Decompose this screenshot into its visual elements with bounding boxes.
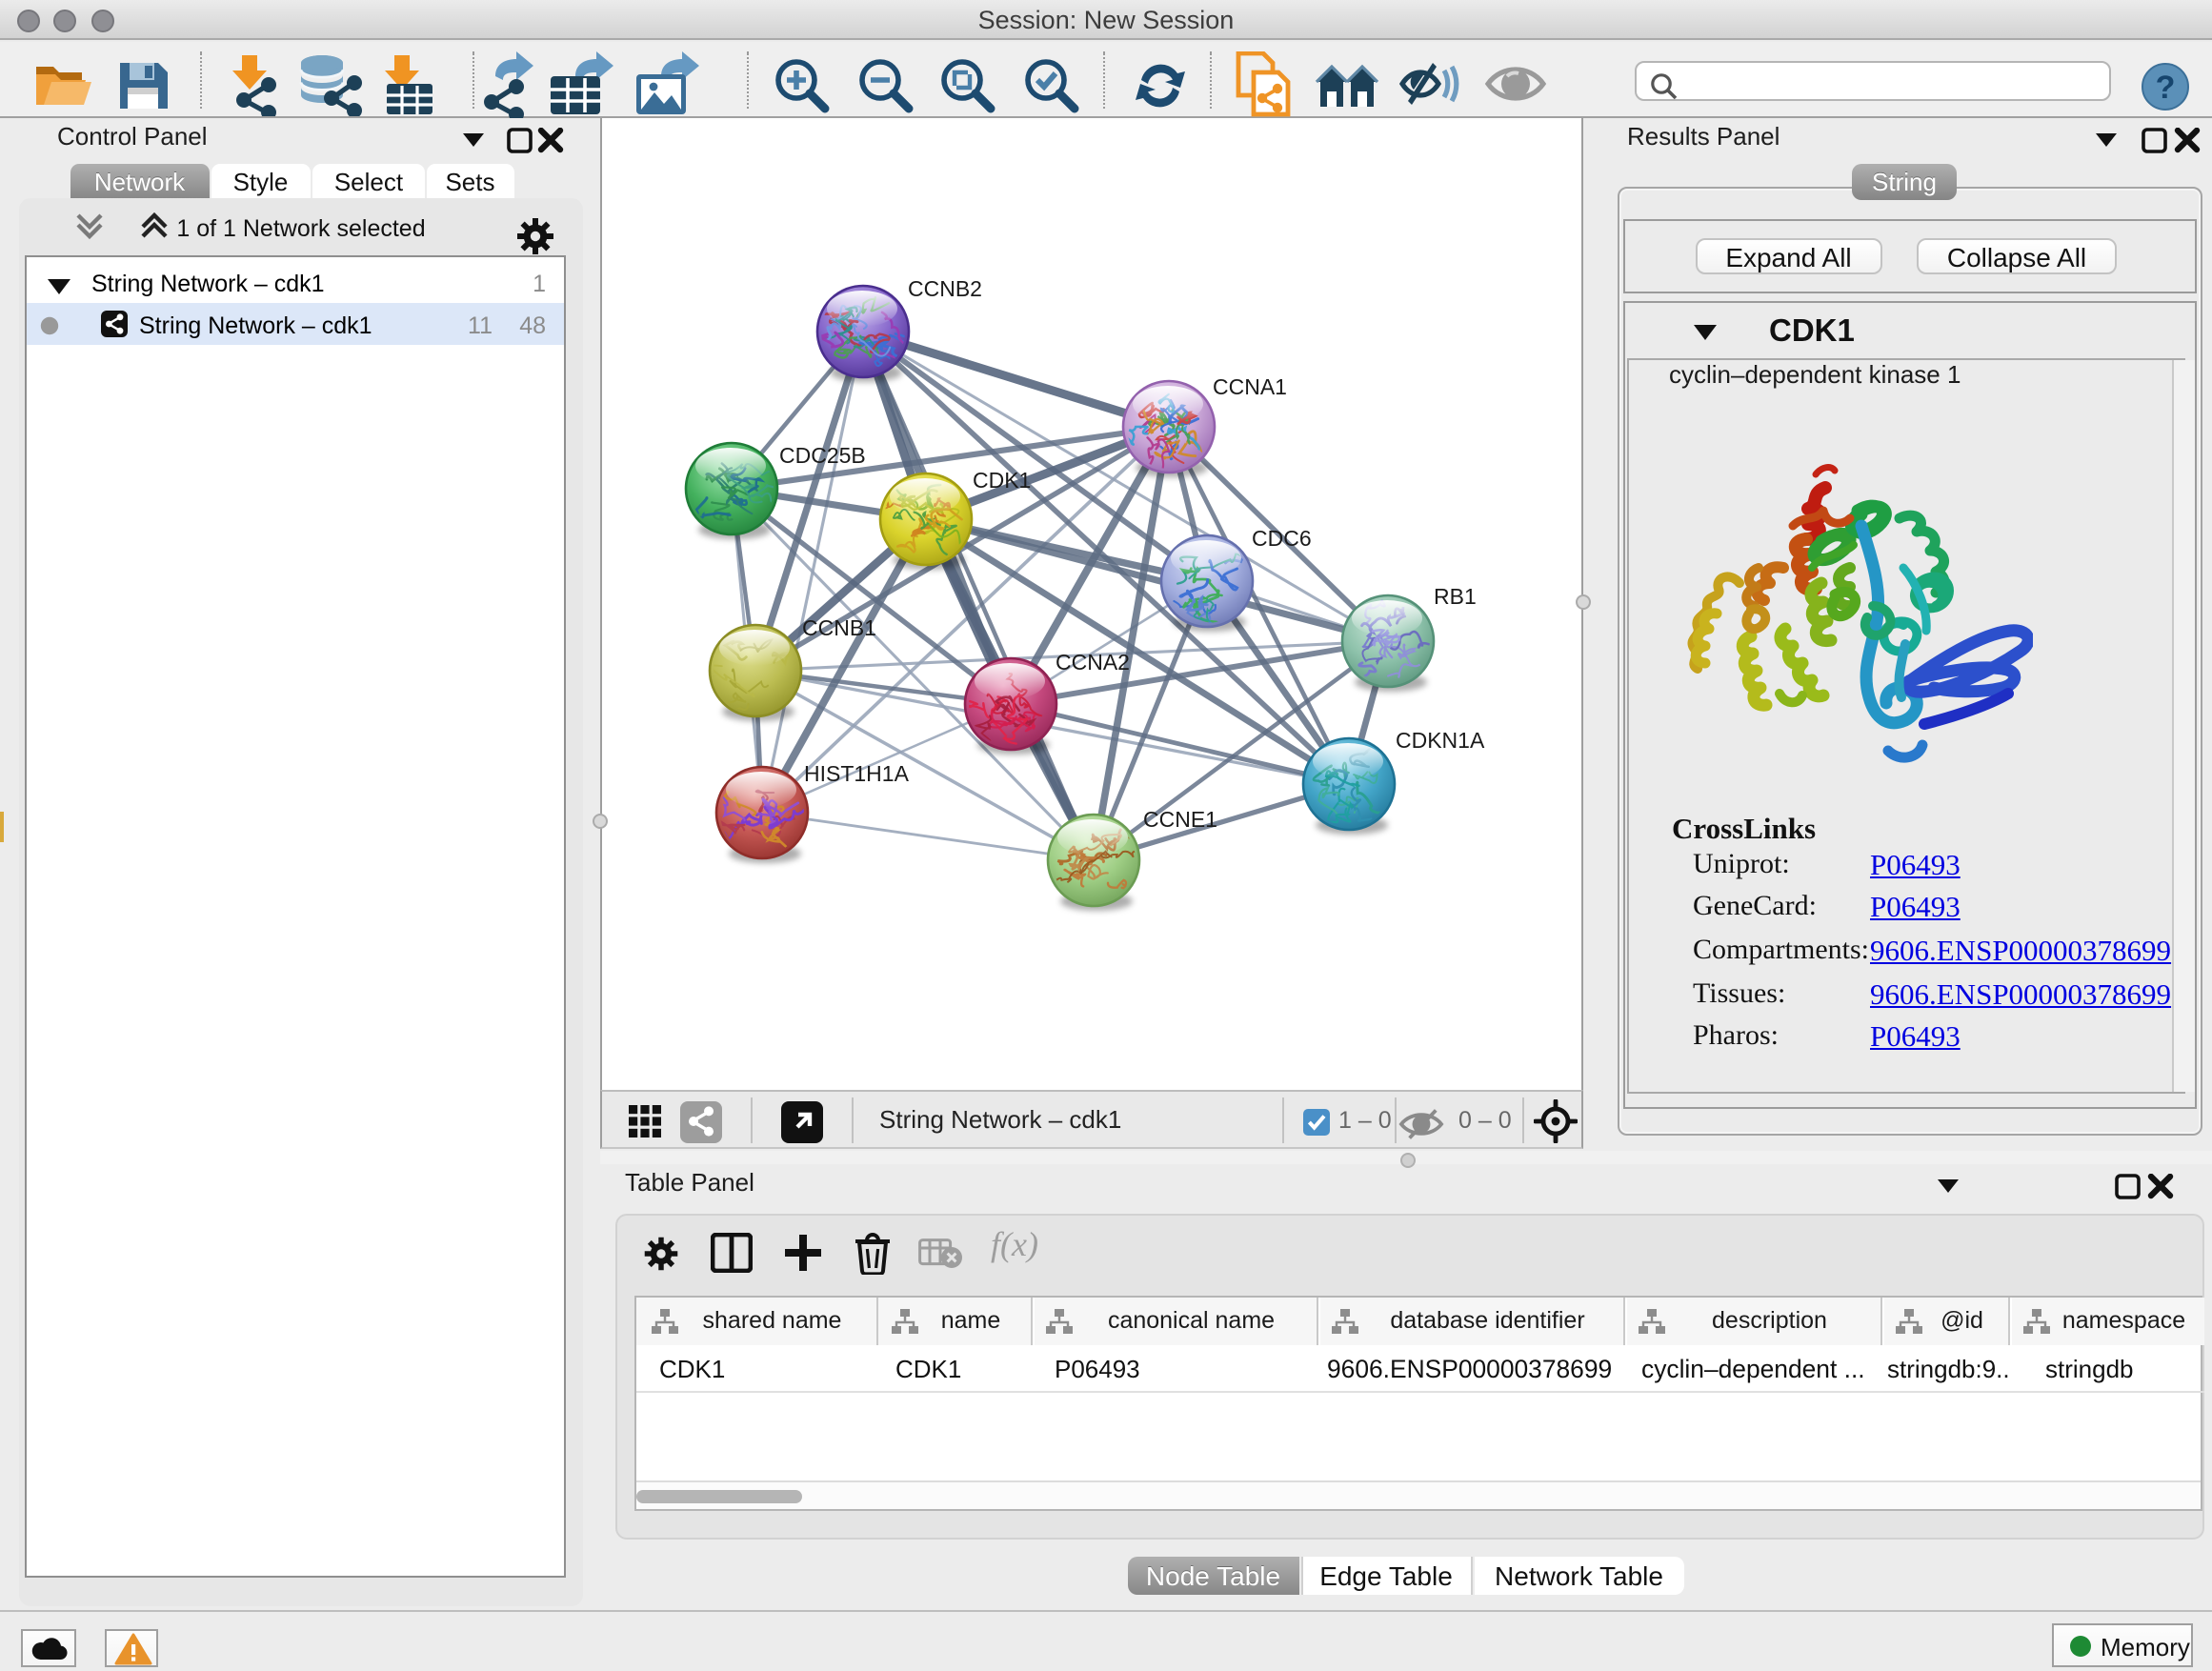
svg-text:CDKN1A: CDKN1A: [1395, 728, 1484, 753]
svg-text:CCNB2: CCNB2: [907, 276, 981, 301]
svg-text:CCNA1: CCNA1: [1212, 374, 1286, 399]
svg-text:RB1: RB1: [1433, 584, 1476, 609]
svg-text:CDC25B: CDC25B: [778, 443, 865, 468]
svg-text:CDK1: CDK1: [972, 468, 1030, 493]
svg-text:CCNE1: CCNE1: [1142, 807, 1217, 832]
svg-text:CDC6: CDC6: [1251, 526, 1311, 551]
svg-text:CCNB1: CCNB1: [801, 615, 875, 640]
svg-text:?: ?: [2156, 69, 2176, 105]
svg-text:HIST1H1A: HIST1H1A: [803, 761, 909, 786]
svg-text:CCNA2: CCNA2: [1055, 650, 1129, 674]
